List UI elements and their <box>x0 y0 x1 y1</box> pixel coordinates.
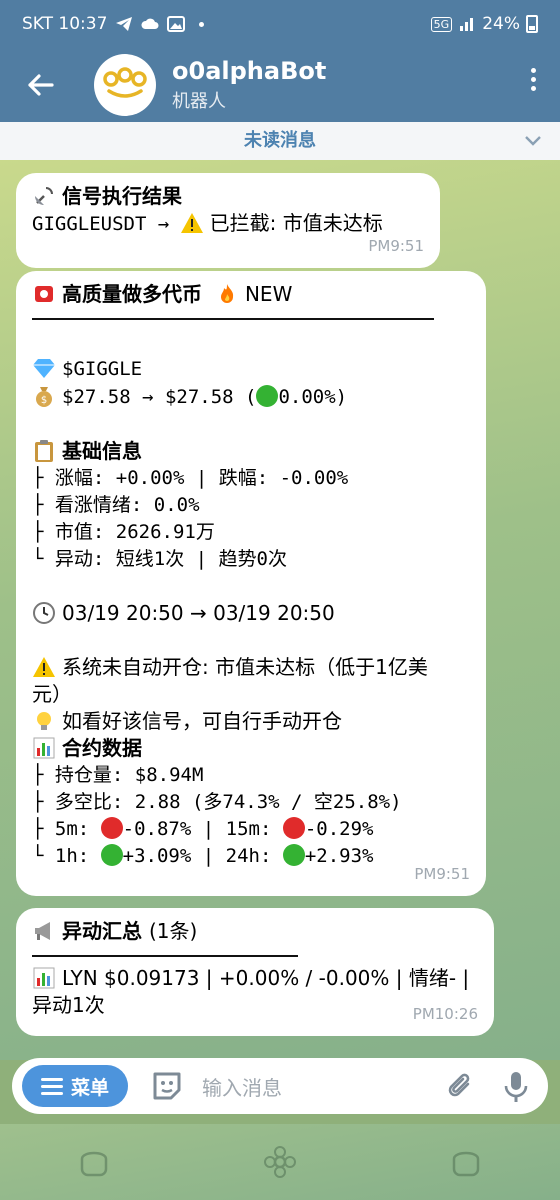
warning-icon <box>33 657 55 677</box>
status-bar: SKT 10:37 5G 24% <box>0 0 560 48</box>
unread-messages-banner[interactable]: 未读消息 <box>0 122 560 160</box>
basic-info-line: ├ 看涨情绪: 0.0% <box>32 494 200 516</box>
more-options-button[interactable] <box>531 68 536 91</box>
contract-line: ├ 多空比: 2.88 (多74.3% / 空25.8%) <box>32 791 402 813</box>
contract-line: ├ 持仓量: $8.94M <box>32 764 204 786</box>
back-button[interactable] <box>0 48 80 122</box>
divider <box>32 318 434 320</box>
bottom-nav-bar <box>0 1124 560 1200</box>
message-input[interactable]: 输入消息 <box>202 1072 282 1101</box>
message-time: PM10:26 <box>412 1005 478 1023</box>
contract-5m-value: -0.87% <box>122 818 192 840</box>
back-arrow-icon <box>28 74 54 96</box>
token-ticker: $GIGGLE <box>62 358 143 380</box>
bar-chart-icon <box>33 967 55 989</box>
basic-info-line: └ 异动: 短线1次 | 趋势0次 <box>32 548 287 570</box>
chat-subtitle: 机器人 <box>172 91 226 112</box>
menu-label: 菜单 <box>70 1076 109 1099</box>
token-price: $27.58 → $27.58 ( <box>62 386 257 408</box>
contract-15m-label: | 15m: <box>202 818 272 840</box>
message-bubble[interactable]: 高质量做多代币 NEW $GIGGLE $ $27.58 → $27.58 ( 0.… <box>16 271 486 896</box>
top-bar: SKT 10:37 5G 24% o0alphaBot 机器人 <box>0 0 560 122</box>
contract-24h-label: | 24h: <box>202 845 272 867</box>
svg-text:$: $ <box>41 395 47 406</box>
money-bag-icon: $ <box>36 387 52 407</box>
telegram-icon <box>116 17 133 31</box>
tip-text: 如看好该信号，可自行手动开仓 <box>62 709 342 733</box>
message-title: 信号执行结果 <box>62 184 182 208</box>
red-circle-icon <box>282 817 305 839</box>
clock-icon <box>33 602 55 624</box>
signal-title: 高质量做多代币 <box>62 282 202 306</box>
microphone-icon[interactable] <box>502 1070 530 1104</box>
message-time: PM9:51 <box>414 865 470 883</box>
attach-icon[interactable] <box>446 1072 476 1102</box>
gem-icon <box>33 359 55 378</box>
summary-title: 异动汇总 <box>62 919 142 943</box>
light-bulb-icon <box>37 712 51 730</box>
satellite-antenna-icon <box>35 187 53 205</box>
cloud-icon <box>141 18 159 29</box>
basic-info-line: ├ 涨幅: +0.00% | 跌幅: -0.00% <box>32 467 349 489</box>
chat-header: o0alphaBot 机器人 <box>0 48 560 122</box>
siren-icon <box>35 286 53 302</box>
summary-line: 异动1次 <box>32 993 105 1017</box>
contract-title: 合约数据 <box>62 736 142 760</box>
contract-1h-label: └ 1h: <box>32 845 90 867</box>
sticker-dog-icon[interactable] <box>76 1147 112 1177</box>
summary-line: LYN $0.09173 | +0.00% / -0.00% | 情绪- | <box>62 966 470 990</box>
fire-icon <box>220 284 234 303</box>
contract-24h-value: +2.93% <box>304 845 374 867</box>
chat-area[interactable]: 信号执行结果 GIGGLEUSDT → 已拦截: 市值未达标 PM9:51 高质… <box>0 160 560 1060</box>
battery-icon <box>526 15 538 33</box>
message-bubble[interactable]: 异动汇总 (1条) LYN $0.09173 | +0.00% / -0.00%… <box>16 908 494 1036</box>
green-circle-icon <box>100 844 123 866</box>
more-dot-icon <box>531 77 536 82</box>
bar-chart-icon <box>33 737 55 759</box>
divider <box>32 955 298 957</box>
token-price-change: 0.00%) <box>278 386 348 408</box>
message-input-bar: 菜单 输入消息 <box>12 1058 548 1114</box>
battery-percent: 24% <box>482 14 520 34</box>
notification-dot-icon <box>199 21 205 27</box>
chat-title: o0alphaBot <box>172 57 327 85</box>
time-range: 03/19 20:50 → 03/19 20:50 <box>62 601 335 625</box>
clipboard-icon <box>35 440 53 462</box>
image-icon <box>167 16 186 32</box>
message-text: 已拦截: 市值未达标 <box>209 211 383 235</box>
network-label: 5G <box>430 16 453 32</box>
megaphone-icon <box>35 922 50 940</box>
sticker-dog-icon[interactable] <box>448 1147 484 1177</box>
contract-1h-value: +3.09% <box>122 845 192 867</box>
summary-count: (1条) <box>148 919 198 943</box>
sticker-icon[interactable] <box>150 1069 184 1103</box>
contract-5m-label: ├ 5m: <box>32 818 90 840</box>
green-circle-icon <box>256 385 279 407</box>
signal-icon <box>460 18 474 31</box>
green-circle-icon <box>282 844 305 866</box>
bot-avatar[interactable] <box>94 54 156 116</box>
basic-info-line: ├ 市值: 2626.91万 <box>32 521 215 543</box>
contract-15m-value: -0.29% <box>304 818 374 840</box>
carrier-time: SKT 10:37 <box>22 14 108 34</box>
menu-button[interactable]: 菜单 <box>22 1065 128 1107</box>
warning-text: 系统未自动开仓: 市值未达标（低于1亿美 <box>62 655 428 679</box>
hamburger-icon <box>40 1078 63 1095</box>
warning-icon <box>180 213 203 233</box>
red-circle-icon <box>100 817 123 839</box>
warning-text: 元） <box>32 682 72 706</box>
message-bubble[interactable]: 信号执行结果 GIGGLEUSDT → 已拦截: 市值未达标 PM9:51 <box>16 173 440 268</box>
chevron-down-icon[interactable] <box>524 134 542 148</box>
more-dot-icon <box>531 86 536 91</box>
message-time: PM9:51 <box>368 237 424 255</box>
basic-info-title: 基础信息 <box>62 439 142 463</box>
signal-tag: NEW <box>244 282 293 306</box>
more-dot-icon <box>531 68 536 73</box>
message-text: GIGGLEUSDT → <box>32 213 170 235</box>
bot-logo-icon <box>103 67 147 98</box>
flower-icon[interactable] <box>264 1146 296 1178</box>
unread-label: 未读消息 <box>244 130 316 151</box>
